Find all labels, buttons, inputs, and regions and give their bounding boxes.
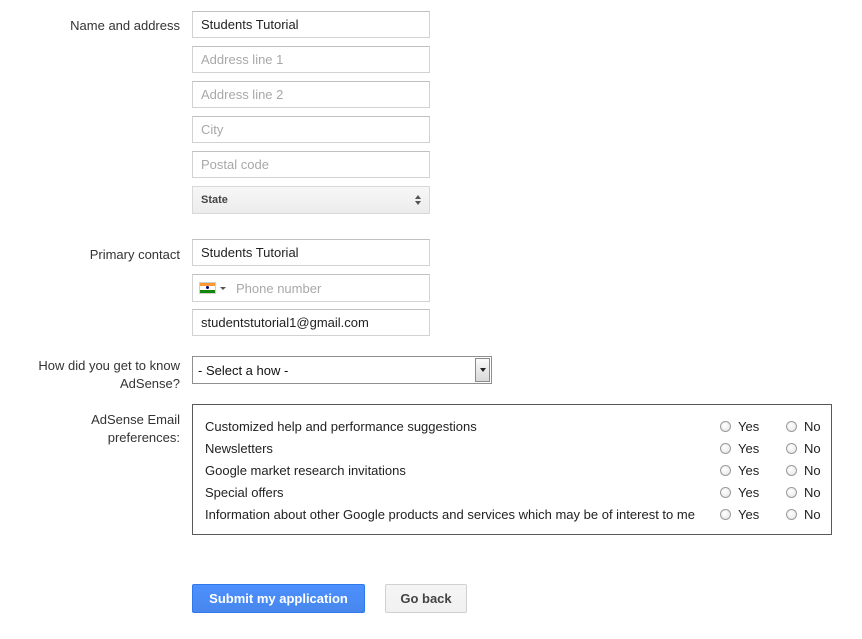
yes-radio[interactable] <box>720 487 731 498</box>
pref-row-newsletters: Newsletters Yes No <box>193 439 831 461</box>
email-input[interactable] <box>192 309 430 336</box>
how-select[interactable]: - Select a how - <box>192 356 492 384</box>
yes-label: Yes <box>738 463 760 478</box>
phone-field <box>192 274 430 302</box>
up-down-arrows-icon <box>415 195 421 205</box>
address-line2-input[interactable] <box>192 81 430 108</box>
pref-row-special-offers: Special offers Yes No <box>193 483 831 505</box>
no-label: No <box>804 485 821 500</box>
email-prefs-label-line2: preferences: <box>107 430 180 445</box>
no-label: No <box>804 463 821 478</box>
city-input[interactable] <box>192 116 430 143</box>
no-label: No <box>804 507 821 522</box>
email-prefs-label-line1: AdSense Email <box>91 412 180 427</box>
state-select[interactable]: State <box>192 186 430 214</box>
how-select-value: - Select a how - <box>198 362 289 378</box>
postal-code-input[interactable] <box>192 151 430 178</box>
email-preferences-box: Customized help and performance suggesti… <box>192 404 832 535</box>
india-flag-icon <box>199 282 216 294</box>
no-radio[interactable] <box>786 487 797 498</box>
name-input[interactable] <box>192 11 430 38</box>
no-label: No <box>804 441 821 456</box>
submit-application-button[interactable]: Submit my application <box>192 584 365 613</box>
no-radio[interactable] <box>786 443 797 454</box>
chevron-down-icon <box>220 286 226 290</box>
email-prefs-label: AdSense Email preferences: <box>91 411 180 447</box>
no-label: No <box>804 419 821 434</box>
yes-label: Yes <box>738 419 760 434</box>
pref-label: Newsletters <box>205 441 273 456</box>
yes-label: Yes <box>738 485 760 500</box>
yes-label: Yes <box>738 441 760 456</box>
dropdown-button[interactable] <box>475 358 490 382</box>
pref-label: Special offers <box>205 485 284 500</box>
yes-label: Yes <box>738 507 760 522</box>
pref-row-other-products: Information about other Google products … <box>193 505 831 527</box>
pref-row-market-research: Google market research invitations Yes N… <box>193 461 831 483</box>
phone-number-input[interactable] <box>230 275 429 301</box>
no-radio[interactable] <box>786 421 797 432</box>
how-label-line1: How did you get to know <box>38 358 180 373</box>
pref-label: Customized help and performance suggesti… <box>205 419 477 434</box>
yes-radio[interactable] <box>720 465 731 476</box>
chevron-down-icon <box>479 368 486 372</box>
country-code-picker[interactable] <box>193 275 230 301</box>
pref-row-customized-help: Customized help and performance suggesti… <box>193 417 831 439</box>
primary-contact-label: Primary contact <box>89 247 180 262</box>
go-back-button[interactable]: Go back <box>385 584 467 613</box>
no-radio[interactable] <box>786 509 797 520</box>
pref-label: Google market research invitations <box>205 463 406 478</box>
state-select-label: State <box>201 194 228 206</box>
no-radio[interactable] <box>786 465 797 476</box>
address-line1-input[interactable] <box>192 46 430 73</box>
pref-label: Information about other Google products … <box>205 507 695 522</box>
name-address-label: Name and address <box>70 18 180 33</box>
yes-radio[interactable] <box>720 509 731 520</box>
how-label-line2: AdSense? <box>120 376 180 391</box>
contact-name-input[interactable] <box>192 239 430 266</box>
yes-radio[interactable] <box>720 421 731 432</box>
how-label: How did you get to know AdSense? <box>38 357 180 393</box>
yes-radio[interactable] <box>720 443 731 454</box>
